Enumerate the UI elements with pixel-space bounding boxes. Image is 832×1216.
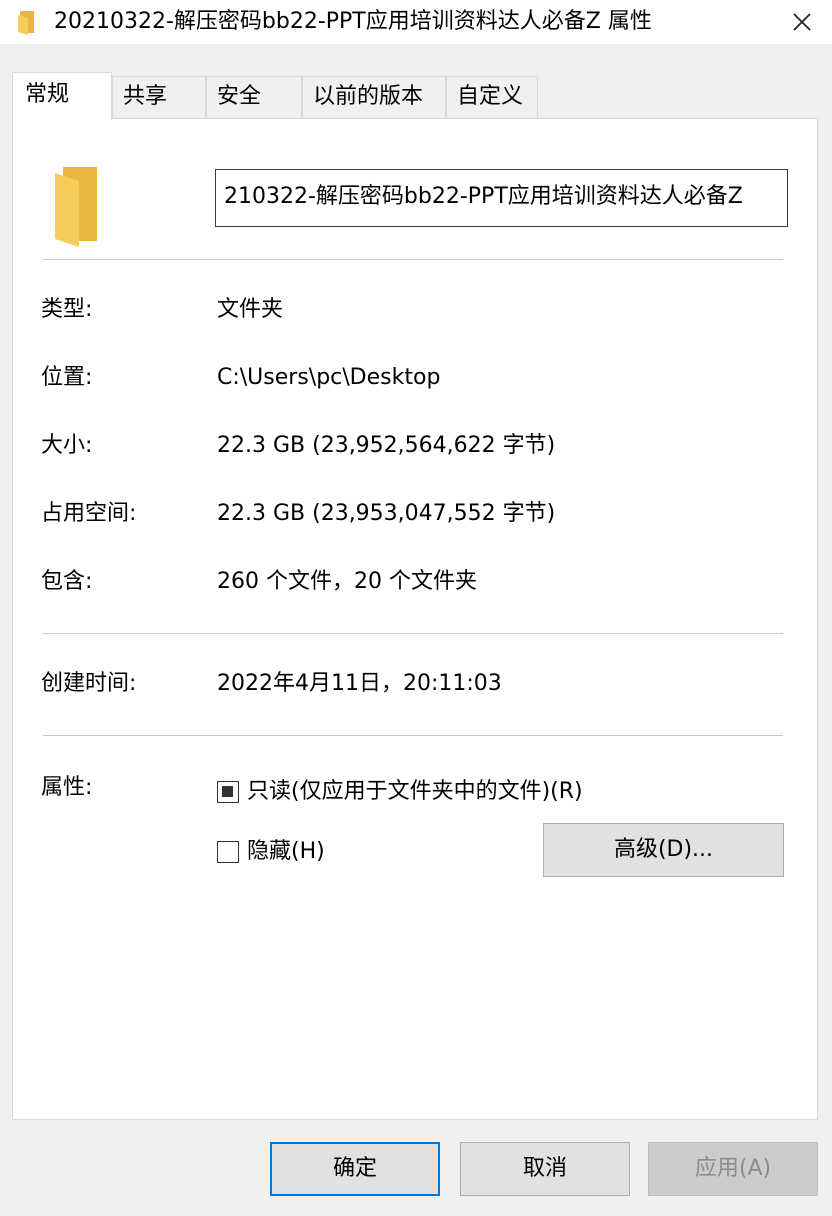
location-label: 位置: <box>41 365 93 390</box>
window-title: 20210322-解压密码bb22-PPT应用培训资料达人必备Z 属性 <box>54 9 652 34</box>
tab-customize[interactable]: 自定义 <box>446 76 538 118</box>
divider <box>43 259 783 260</box>
title-bar: 20210322-解压密码bb22-PPT应用培训资料达人必备Z 属性 <box>0 0 832 44</box>
divider <box>43 735 783 736</box>
tab-security[interactable]: 安全 <box>206 76 302 118</box>
type-label: 类型: <box>41 297 93 322</box>
readonly-checkbox-label[interactable]: 只读(仅应用于文件夹中的文件)(R) <box>247 777 583 807</box>
contains-value: 260 个文件，20 个文件夹 <box>217 569 477 594</box>
advanced-button[interactable]: 高级(D)... <box>543 823 784 877</box>
ok-button[interactable]: 确定 <box>270 1142 440 1196</box>
disk-size-label: 占用空间: <box>41 501 137 526</box>
tab-sharing[interactable]: 共享 <box>112 76 206 118</box>
divider <box>43 633 783 634</box>
folder-name-input[interactable]: 210322-解压密码bb22-PPT应用培训资料达人必备Z <box>215 169 788 227</box>
hidden-checkbox[interactable] <box>217 841 239 863</box>
close-button[interactable] <box>772 0 832 44</box>
location-value: C:\Users\pc\Desktop <box>217 365 441 390</box>
contains-label: 包含: <box>41 569 93 594</box>
tab-previous-versions[interactable]: 以前的版本 <box>302 76 446 118</box>
attributes-label: 属性: <box>41 775 93 800</box>
folder-icon <box>18 11 34 35</box>
hidden-checkbox-label[interactable]: 隐藏(H) <box>247 837 325 867</box>
folder-icon <box>55 167 97 247</box>
size-value: 22.3 GB (23,952,564,622 字节) <box>217 433 556 458</box>
type-value: 文件夹 <box>217 297 284 322</box>
general-panel: 210322-解压密码bb22-PPT应用培训资料达人必备Z 类型: 文件夹 位… <box>12 118 818 1120</box>
readonly-checkbox[interactable] <box>217 781 239 803</box>
close-icon <box>793 13 811 31</box>
created-label: 创建时间: <box>41 671 137 696</box>
size-label: 大小: <box>41 433 93 458</box>
tab-general[interactable]: 常规 <box>12 72 112 120</box>
disk-size-value: 22.3 GB (23,953,047,552 字节) <box>217 501 556 526</box>
tab-strip: 常规 共享 安全 以前的版本 自定义 <box>12 72 820 120</box>
cancel-button[interactable]: 取消 <box>460 1142 630 1196</box>
created-value: 2022年4月11日，20:11:03 <box>217 671 502 696</box>
apply-button[interactable]: 应用(A) <box>648 1142 818 1196</box>
